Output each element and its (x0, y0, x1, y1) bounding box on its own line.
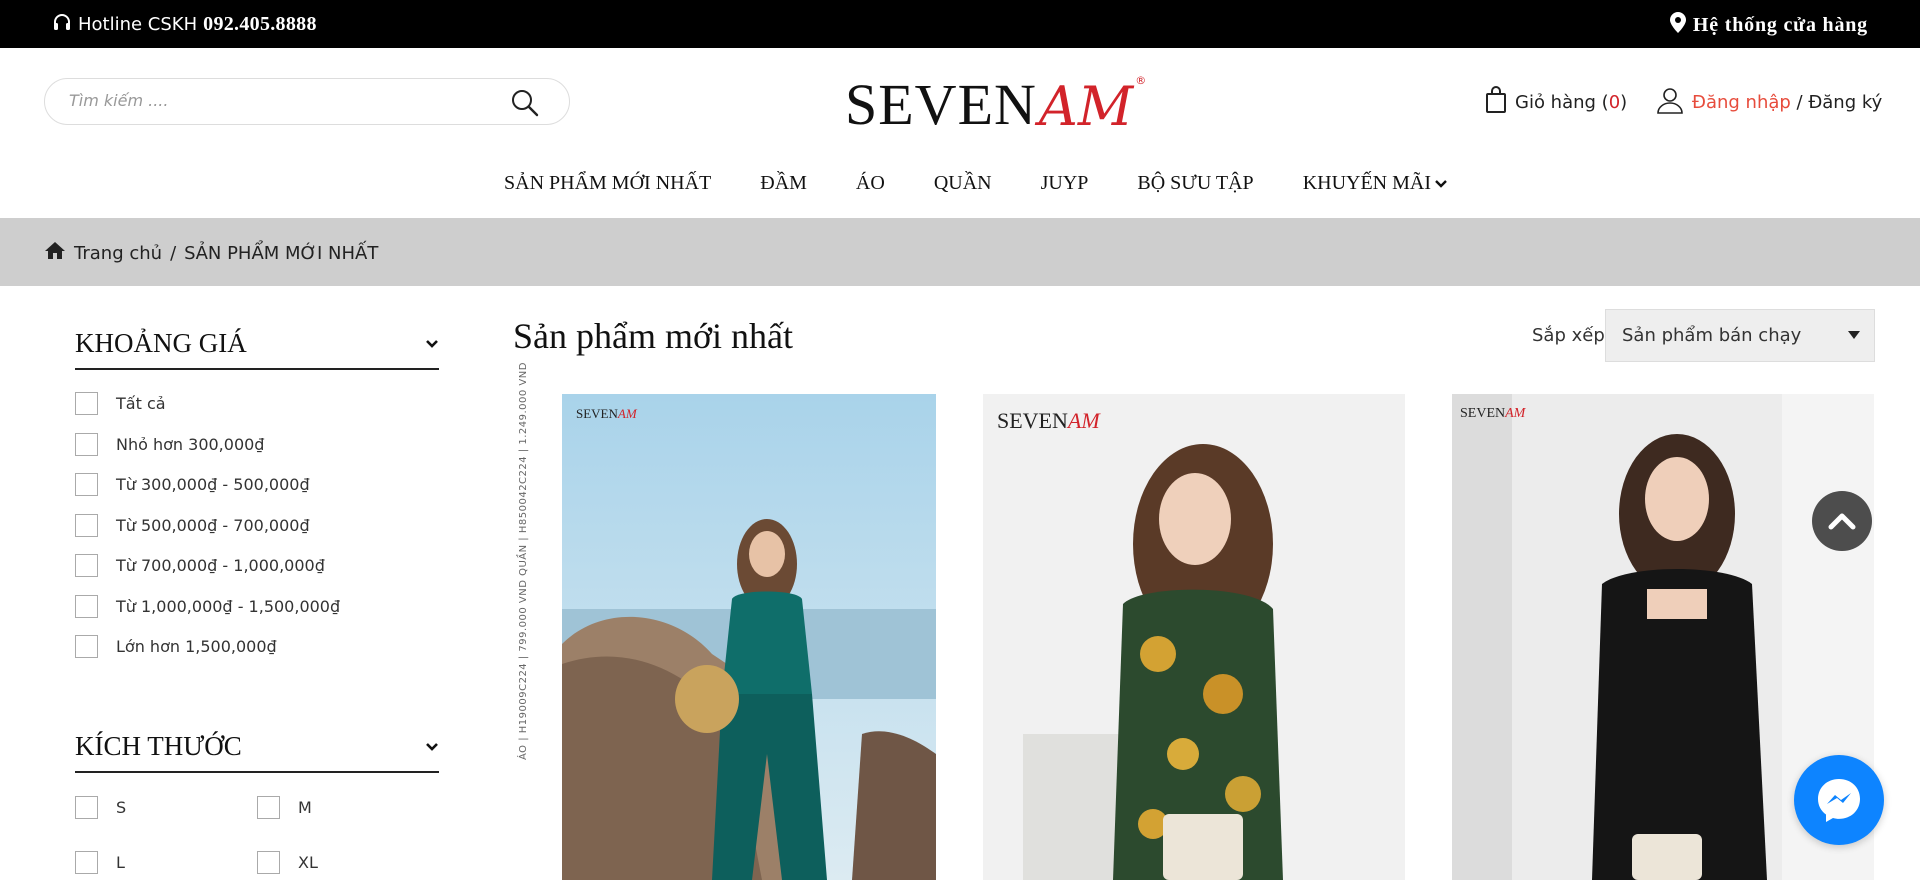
cart-label: Giỏ hàng ( (1515, 92, 1609, 113)
product-watermark: SEVENAM (1460, 406, 1526, 421)
sort-select-value: Sản phẩm bán chạy (1622, 325, 1802, 346)
nav-item-new-products[interactable]: SẢN PHẨM MỚI NHẤT (504, 172, 711, 195)
logo-seven: SEVEN (845, 72, 1037, 137)
product-watermark: SEVENAM (576, 406, 637, 421)
checkbox[interactable] (75, 473, 98, 496)
price-option-label: Nhỏ hơn 300,000₫ (116, 435, 265, 454)
store-system-label: Hệ thống cửa hàng (1692, 14, 1868, 36)
price-filter-header[interactable]: KHOẢNG GIÁ (75, 328, 439, 370)
price-option-label: Tất cả (116, 394, 166, 413)
nav-item-promotions[interactable]: KHUYẾN MÃI (1303, 172, 1447, 195)
user-icon (1656, 86, 1684, 119)
hotline[interactable]: Hotline CSKH 092.405.8888 (52, 12, 317, 37)
size-option[interactable]: M (257, 796, 312, 819)
main-nav: SẢN PHẨM MỚI NHẤT ĐẦM ÁO QUẦN JUYP BỘ SƯ… (504, 172, 1496, 195)
size-option[interactable]: L (75, 851, 125, 874)
size-filter-title: KÍCH THƯỚC (75, 731, 242, 761)
price-filter-title: KHOẢNG GIÁ (75, 328, 247, 358)
price-option[interactable]: Lớn hơn 1,500,000₫ (75, 635, 277, 658)
price-option[interactable]: Từ 1,000,000₫ - 1,500,000₫ (75, 595, 340, 618)
price-option[interactable]: Từ 700,000₫ - 1,000,000₫ (75, 554, 325, 577)
price-option[interactable]: Từ 300,000₫ - 500,000₫ (75, 473, 310, 496)
chevron-down-icon (426, 743, 438, 751)
checkbox[interactable] (75, 851, 98, 874)
nav-item-tops[interactable]: ÁO (856, 172, 885, 195)
logo-am: AM (1038, 75, 1134, 138)
product-card-image[interactable]: SEVENAM (562, 394, 936, 880)
chevron-down-icon (426, 340, 438, 348)
checkbox[interactable] (75, 554, 98, 577)
login-link[interactable]: Đăng nhập (1692, 92, 1791, 113)
home-icon[interactable] (44, 241, 66, 265)
account-links: Đăng nhập / Đăng ký (1656, 86, 1882, 119)
checkbox[interactable] (75, 433, 98, 456)
logo-registered: ® (1135, 74, 1147, 87)
headphones-icon (52, 12, 72, 37)
product-watermark: SEVENAM (997, 408, 1100, 433)
size-option[interactable]: S (75, 796, 126, 819)
nav-item-skirts[interactable]: JUYP (1041, 172, 1089, 195)
caret-down-icon (1848, 331, 1860, 339)
breadcrumb-separator: / (170, 242, 177, 264)
checkbox[interactable] (257, 796, 280, 819)
price-option-label: Lớn hơn 1,500,000₫ (116, 637, 277, 656)
store-system-link[interactable]: Hệ thống cửa hàng (1669, 12, 1868, 39)
checkbox[interactable] (75, 392, 98, 415)
checkbox[interactable] (75, 595, 98, 618)
price-option-label: Từ 300,000₫ - 500,000₫ (116, 475, 310, 494)
account-separator: / (1790, 92, 1809, 113)
size-option-label: L (116, 853, 125, 872)
size-option-label: S (116, 798, 127, 817)
map-pin-icon (1669, 12, 1686, 39)
size-option[interactable]: XL (257, 851, 318, 874)
search-input[interactable] (69, 91, 499, 110)
hotline-number[interactable]: 092.405.8888 (203, 13, 317, 36)
size-option-label: M (298, 798, 312, 817)
breadcrumb-current: SẢN PHẨM MỚI NHẤT (184, 242, 379, 264)
cart-link[interactable]: Giỏ hàng (0) (1485, 86, 1627, 119)
nav-item-promotions-label: KHUYẾN MÃI (1302, 172, 1432, 194)
breadcrumb-home[interactable]: Trang chủ (74, 243, 162, 264)
search-icon[interactable] (511, 89, 539, 121)
chevron-up-icon (1828, 513, 1856, 530)
checkbox[interactable] (257, 851, 280, 874)
breadcrumb: Trang chủ / SẢN PHẨM MỚI NHẤT (0, 218, 1920, 286)
price-option[interactable]: Tất cả (75, 392, 166, 415)
size-filter-header[interactable]: KÍCH THƯỚC (75, 731, 439, 773)
nav-item-dresses[interactable]: ĐẦM (760, 172, 807, 195)
hotline-label: Hotline CSKH (78, 14, 198, 35)
price-option[interactable]: Nhỏ hơn 300,000₫ (75, 433, 264, 456)
sort-label: Sắp xếp (1532, 325, 1605, 346)
checkbox[interactable] (75, 796, 98, 819)
cart-close: ) (1620, 92, 1628, 113)
cart-count: 0 (1608, 92, 1621, 113)
price-option-label: Từ 500,000₫ - 700,000₫ (116, 516, 310, 535)
chevron-down-icon (1435, 179, 1447, 188)
nav-item-collections[interactable]: BỘ SƯU TẬP (1137, 172, 1253, 195)
product-photo (562, 394, 936, 880)
price-option-label: Từ 700,000₫ - 1,000,000₫ (116, 556, 325, 575)
price-option[interactable]: Từ 500,000₫ - 700,000₫ (75, 514, 310, 537)
product-photo (983, 394, 1405, 880)
top-bar: Hotline CSKH 092.405.8888 Hệ thống cửa h… (0, 0, 1920, 48)
site-logo[interactable]: SEVEN AM ® (845, 68, 1146, 134)
search-box (44, 78, 570, 125)
checkbox[interactable] (75, 635, 98, 658)
scroll-to-top-button[interactable] (1812, 491, 1872, 551)
register-link[interactable]: Đăng ký (1808, 92, 1882, 113)
nav-item-pants[interactable]: QUẦN (934, 172, 992, 195)
sort-select[interactable]: Sản phẩm bán chạy (1605, 309, 1875, 362)
price-option-label: Từ 1,000,000₫ - 1,500,000₫ (116, 597, 341, 616)
product-card-image[interactable]: SEVENAM (983, 394, 1405, 880)
product-side-caption: ÁO | H19009C224 | 799.000 VND QUẦN | H85… (518, 362, 529, 760)
page-title: Sản phẩm mới nhất (513, 316, 794, 356)
shopping-bag-icon (1485, 86, 1507, 119)
size-option-label: XL (298, 853, 318, 872)
messenger-button[interactable] (1794, 755, 1884, 845)
checkbox[interactable] (75, 514, 98, 537)
messenger-icon (1818, 779, 1860, 822)
